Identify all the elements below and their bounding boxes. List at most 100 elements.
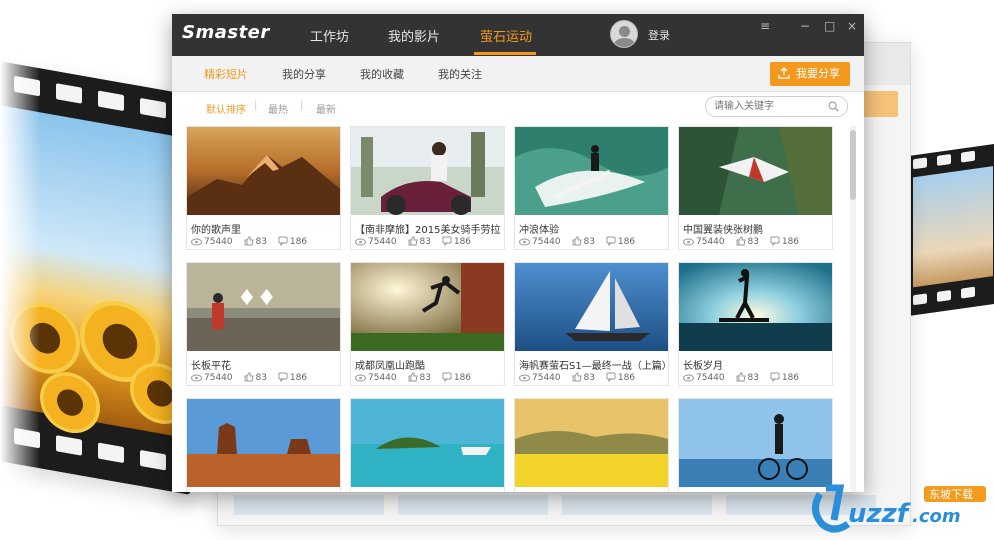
video-title[interactable]: 中国翼装侠张树鹏 (683, 221, 829, 236)
sort-bar: 默认排序 | 最热 | 最新 (172, 92, 864, 124)
video-card[interactable]: 你的歌声里 75440 83 186 (186, 126, 341, 250)
login-link[interactable]: 登录 (648, 27, 670, 43)
search-input[interactable] (705, 96, 848, 117)
comment-count: 186 (781, 237, 800, 247)
sub-navigation: 精彩短片 我的分享 我的收藏 我的关注 我要分享 (172, 56, 864, 92)
subtab-my-favorites[interactable]: 我的收藏 (360, 66, 404, 82)
video-card[interactable]: 【南非摩旅】2015美女骑手劳拉... 75440 83 186 (350, 126, 505, 250)
app-logo: Smaster (182, 22, 270, 43)
video-card[interactable] (514, 398, 669, 492)
thumb-up-icon[interactable] (408, 372, 418, 382)
maximize-icon[interactable]: □ (824, 19, 835, 33)
sort-hottest[interactable]: 最热 (268, 101, 288, 116)
film-strip-right-decoration (905, 143, 994, 317)
video-thumbnail[interactable]: ♦♦ (187, 263, 340, 351)
comment-icon[interactable] (606, 236, 616, 247)
thumb-up-icon[interactable] (736, 236, 746, 246)
video-card[interactable]: 海帆赛萤石S1—最终一战（上篇） 75440 83 186 (514, 262, 669, 386)
sort-newest[interactable]: 最新 (316, 101, 336, 116)
svg-text:东坡下载: 东坡下载 (929, 488, 973, 501)
video-thumbnail[interactable] (679, 127, 832, 215)
view-count: 75440 (532, 237, 561, 247)
video-card[interactable] (678, 398, 833, 492)
video-title[interactable]: 长板平花 (191, 357, 337, 372)
nav-tab-my-videos[interactable]: 我的影片 (388, 26, 440, 45)
video-card[interactable] (186, 398, 341, 492)
close-icon[interactable]: × (847, 19, 857, 33)
minimize-icon[interactable]: − (800, 19, 810, 33)
sort-separator: | (254, 100, 258, 111)
video-thumbnail[interactable] (187, 127, 340, 215)
sort-separator: | (300, 100, 304, 111)
eye-icon (683, 238, 694, 246)
nav-tab-ezviz-sports[interactable]: 萤石运动 (480, 26, 532, 45)
video-card[interactable]: 长板岁月 75440 83 186 (678, 262, 833, 386)
video-title[interactable]: 冲浪体验 (519, 221, 665, 236)
video-card[interactable] (350, 398, 505, 492)
video-thumbnail[interactable] (679, 263, 832, 351)
menu-icon[interactable]: ≡ (760, 19, 770, 33)
video-title[interactable]: 你的歌声里 (191, 221, 337, 236)
nav-tab-workshop[interactable]: 工作坊 (310, 26, 349, 45)
svg-text:♦♦: ♦♦ (237, 286, 276, 311)
video-title[interactable]: 海帆赛萤石S1—最终一战（上篇） (519, 357, 665, 372)
comment-icon[interactable] (442, 372, 452, 383)
share-button[interactable]: 我要分享 (770, 62, 850, 86)
video-title[interactable]: 成都凤凰山跑酷 (355, 357, 501, 372)
avatar-icon[interactable] (610, 20, 638, 48)
eye-icon (355, 238, 366, 246)
subtab-my-follows[interactable]: 我的关注 (438, 66, 482, 82)
comment-icon[interactable] (770, 236, 780, 247)
thumb-up-icon[interactable] (244, 236, 254, 246)
video-thumbnail[interactable] (351, 263, 504, 351)
search-icon[interactable] (828, 101, 839, 112)
video-card[interactable]: ♦♦ 长板平花 75440 83 186 (186, 262, 341, 386)
vertical-scrollbar[interactable] (850, 126, 856, 492)
thumb-up-icon[interactable] (244, 372, 254, 382)
video-card[interactable]: 冲浪体验 75440 83 186 (514, 126, 669, 250)
like-count: 83 (255, 373, 267, 383)
eye-icon (355, 374, 366, 382)
video-card[interactable]: 中国翼装侠张树鹏 75440 83 186 (678, 126, 833, 250)
video-title[interactable]: 【南非摩旅】2015美女骑手劳拉... (355, 221, 501, 236)
comment-count: 186 (617, 237, 636, 247)
like-count: 83 (747, 373, 759, 383)
sort-default[interactable]: 默认排序 (206, 101, 246, 116)
like-count: 83 (583, 237, 595, 247)
title-bar: Smaster 工作坊 我的影片 萤石运动 登录 ≡ − □ × (172, 14, 864, 56)
active-tab-indicator (474, 52, 536, 55)
video-thumbnail[interactable] (679, 399, 832, 487)
video-thumbnail[interactable] (515, 399, 668, 487)
scrollbar-thumb[interactable] (850, 130, 856, 200)
app-window: Smaster 工作坊 我的影片 萤石运动 登录 ≡ − □ × 精彩短片 我的… (172, 14, 864, 492)
subtab-my-shares[interactable]: 我的分享 (282, 66, 326, 82)
video-card[interactable]: 成都凤凰山跑酷 75440 83 186 (350, 262, 505, 386)
share-button-label: 我要分享 (796, 67, 840, 80)
video-thumbnail[interactable] (187, 399, 340, 487)
comment-count: 186 (289, 237, 308, 247)
comment-icon[interactable] (278, 372, 288, 383)
video-thumbnail[interactable] (515, 263, 668, 351)
comment-icon[interactable] (278, 236, 288, 247)
eye-icon (683, 374, 694, 382)
subtab-highlights[interactable]: 精彩短片 (204, 66, 248, 82)
video-thumbnail[interactable] (351, 127, 504, 215)
thumb-up-icon[interactable] (572, 372, 582, 382)
comment-count: 186 (289, 373, 308, 383)
video-thumbnail[interactable] (351, 399, 504, 487)
comment-icon[interactable] (770, 372, 780, 383)
sunflower-graphic (40, 367, 100, 438)
uzzf-watermark-logo: uzzf .com 东坡下载 (812, 484, 986, 533)
video-title[interactable]: 长板岁月 (683, 357, 829, 372)
comment-count: 186 (453, 237, 472, 247)
comment-icon[interactable] (606, 372, 616, 383)
thumb-up-icon[interactable] (572, 236, 582, 246)
view-count: 75440 (696, 237, 725, 247)
video-thumbnail[interactable] (515, 127, 668, 215)
fade-overlay (0, 0, 40, 540)
thumb-up-icon[interactable] (408, 236, 418, 246)
comment-icon[interactable] (442, 236, 452, 247)
comment-count: 186 (453, 373, 472, 383)
thumb-up-icon[interactable] (736, 372, 746, 382)
comment-count: 186 (617, 373, 636, 383)
